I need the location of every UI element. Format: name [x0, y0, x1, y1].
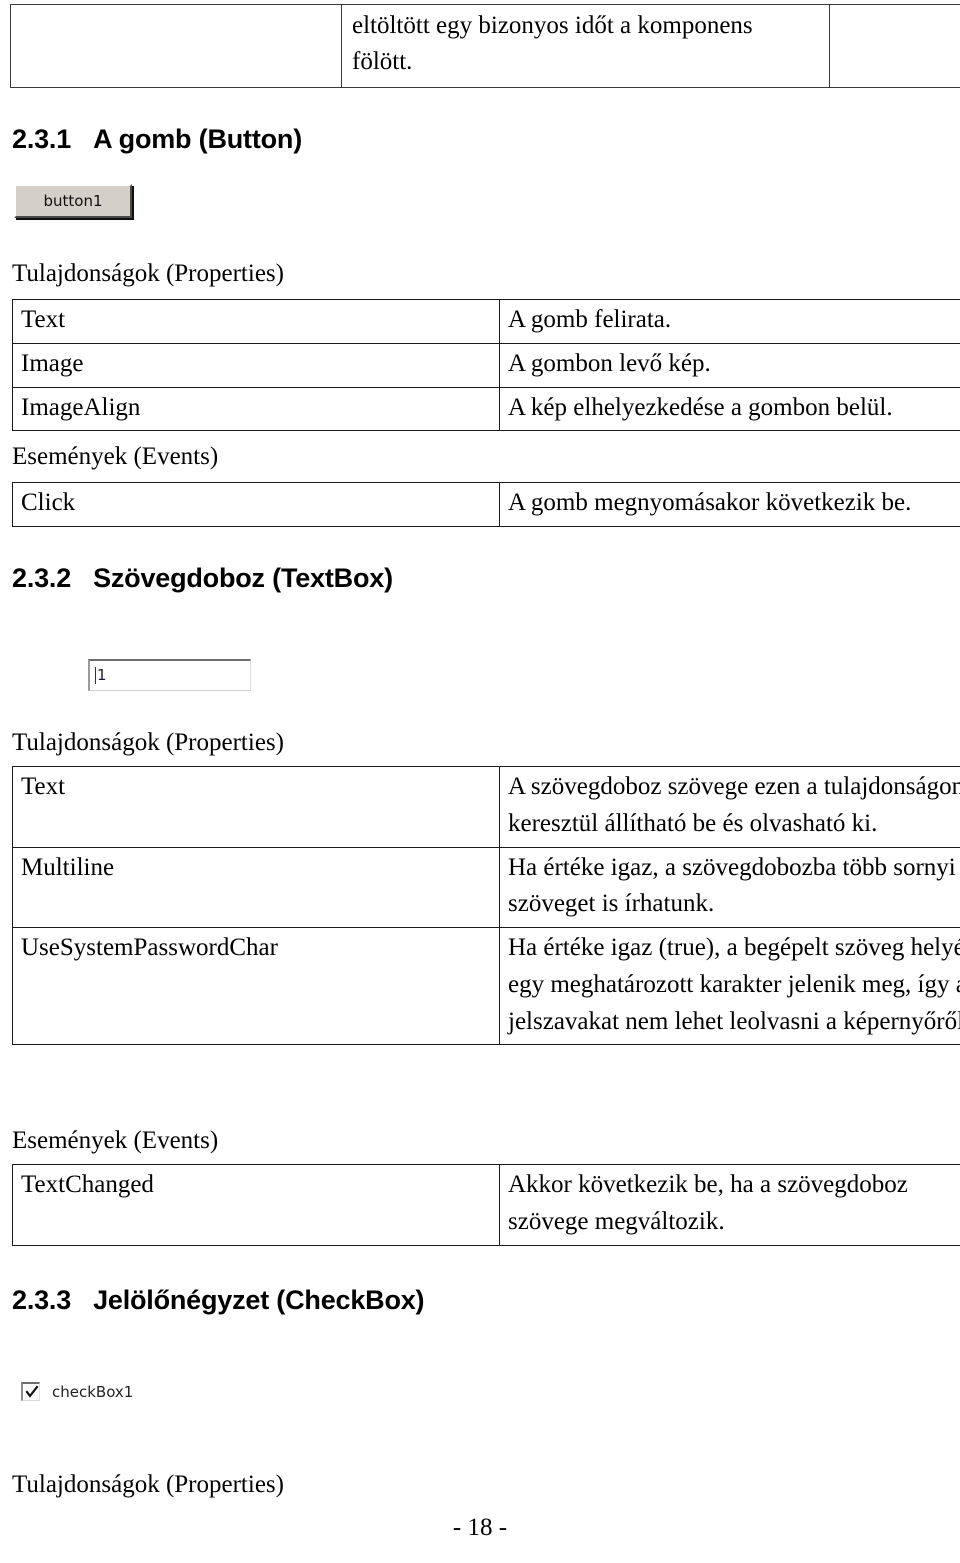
events-table-textbox: TextChanged Akkor következik be, ha a sz…	[12, 1164, 960, 1246]
properties-table-textbox: Text A szövegdoboz szövege ezen a tulajd…	[12, 766, 960, 1046]
section-title: Jelölőnégyzet (CheckBox)	[93, 1285, 425, 1315]
property-description: Ha értéke igaz (true), a begépelt szöveg…	[499, 926, 960, 1046]
property-description: A kép elhelyezkedése a gombon belül.	[499, 386, 960, 432]
section-number: 2.3.3	[12, 1285, 72, 1315]
continued-table-right-cell	[829, 4, 960, 88]
property-name: UseSystemPasswordChar	[12, 926, 500, 1046]
textbox-widget-preview[interactable]: 1	[88, 659, 251, 691]
table-row: ImageAlign A kép elhelyezkedése a gombon…	[12, 386, 960, 432]
section-heading-2-3-1: 2.3.1 A gomb (Button)	[12, 124, 302, 155]
section-number: 2.3.2	[12, 563, 72, 593]
properties-table-textbox-wrapper: Text A szövegdoboz szövege ezen a tulajd…	[0, 766, 960, 1046]
events-label-button: Események (Events)	[12, 443, 219, 470]
events-table-button-wrapper: Click A gomb megnyomásakor következik be…	[0, 482, 960, 527]
events-table-button: Click A gomb megnyomásakor következik be…	[12, 482, 960, 527]
property-name: Multiline	[12, 846, 500, 928]
table-row: eltöltött egy bizonyos időt a komponens …	[10, 4, 960, 88]
property-name: Text	[12, 766, 500, 848]
table-row: UseSystemPasswordChar Ha értéke igaz (tr…	[12, 926, 960, 1046]
property-description: Ha értéke igaz, a szövegdobozba több sor…	[499, 846, 960, 928]
section-heading-2-3-2: 2.3.2 Szövegdoboz (TextBox)	[12, 563, 393, 594]
continued-table: eltöltött egy bizonyos időt a komponens …	[10, 4, 960, 88]
section-number: 2.3.1	[12, 124, 72, 154]
event-name: TextChanged	[12, 1164, 500, 1246]
table-row: Multiline Ha értéke igaz, a szövegdobozb…	[12, 846, 960, 928]
table-row: Click A gomb megnyomásakor következik be…	[12, 482, 960, 527]
property-description: A gomb felirata.	[499, 299, 960, 344]
table-row: Text A gomb felirata.	[12, 299, 960, 344]
event-name: Click	[12, 482, 500, 527]
section-heading-2-3-3: 2.3.3 Jelölőnégyzet (CheckBox)	[12, 1285, 425, 1316]
section-title: Szövegdoboz (TextBox)	[93, 563, 393, 593]
button-widget-label: button1	[43, 192, 103, 210]
page-number: - 18 -	[452, 1514, 508, 1541]
text-caret	[95, 667, 96, 684]
properties-table-button: Text A gomb felirata. Image A gombon lev…	[12, 299, 960, 432]
events-label-textbox: Események (Events)	[12, 1127, 219, 1154]
check-icon	[25, 1385, 39, 1398]
properties-table-button-wrapper: Text A gomb felirata. Image A gombon lev…	[0, 299, 960, 432]
checkbox-widget-label: checkBox1	[52, 1382, 134, 1401]
properties-label-checkbox: Tulajdonságok (Properties)	[12, 1471, 284, 1498]
table-row: TextChanged Akkor következik be, ha a sz…	[12, 1164, 960, 1246]
continued-table-left-cell	[10, 4, 342, 88]
property-name: Text	[12, 299, 500, 344]
document-page: eltöltött egy bizonyos időt a komponens …	[0, 0, 960, 1563]
table-row: Text A szövegdoboz szövege ezen a tulajd…	[12, 766, 960, 848]
property-name: Image	[12, 342, 500, 388]
textbox-widget-value: 1	[97, 666, 107, 684]
events-table-textbox-wrapper: TextChanged Akkor következik be, ha a sz…	[0, 1164, 960, 1246]
checkbox-widget-preview[interactable]: checkBox1	[21, 1382, 133, 1401]
event-description: Akkor következik be, ha a szövegdoboz sz…	[499, 1164, 960, 1246]
section-title: A gomb (Button)	[93, 124, 302, 154]
property-description: A szövegdoboz szövege ezen a tulajdonság…	[499, 766, 960, 848]
property-name: ImageAlign	[12, 386, 500, 432]
button-widget-preview[interactable]: button1	[14, 184, 132, 218]
properties-label-button: Tulajdonságok (Properties)	[12, 260, 284, 287]
event-description: A gomb megnyomásakor következik be.	[499, 482, 960, 527]
property-description: A gombon levő kép.	[499, 342, 960, 388]
continued-table-middle-cell: eltöltött egy bizonyos időt a komponens …	[341, 4, 830, 88]
checkbox-box[interactable]	[21, 1382, 40, 1401]
table-row: Image A gombon levő kép.	[12, 342, 960, 388]
properties-label-textbox: Tulajdonságok (Properties)	[12, 729, 284, 756]
